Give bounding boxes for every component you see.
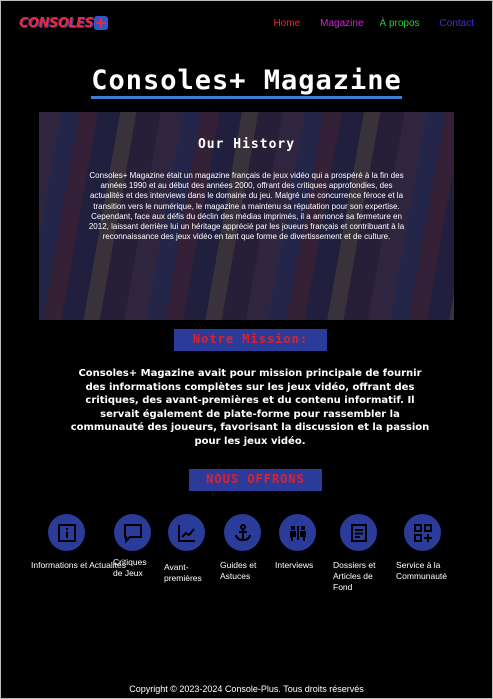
page-title: Consoles+ Magazine — [91, 66, 402, 99]
grid-plus-icon — [404, 514, 441, 551]
nav-contact[interactable]: Contact — [440, 18, 474, 29]
info-icon — [48, 514, 85, 551]
offer-label: Critiques de Jeux — [113, 557, 147, 578]
nav-magazine[interactable]: Magazine — [320, 18, 363, 29]
anchor-icon — [224, 514, 261, 551]
offers-title: NOUS OFFRONS — [189, 469, 322, 491]
chart-icon — [168, 514, 205, 551]
history-title: Our History — [197, 137, 296, 152]
page-title-wrap: Consoles+ Magazine — [0, 66, 493, 99]
nav-about[interactable]: À propos — [380, 18, 420, 29]
offer-label: Avant-premières — [164, 562, 202, 583]
mission-text: Consoles+ Magazine avait pour mission pr… — [70, 368, 430, 447]
history-text: Consoles+ Magazine était un magazine fra… — [88, 171, 405, 242]
mission-title: Notre Mission: — [174, 329, 327, 351]
main-nav: Home Magazine À propos Contact — [273, 18, 474, 29]
offer-label: Guides et Astuces — [220, 560, 257, 581]
logo-text: CONSOLES — [19, 15, 94, 31]
offer-label: Informations et Actualités — [31, 560, 126, 570]
footer-copyright: Copyright © 2023-2024 Console-Plus. Tous… — [129, 684, 364, 694]
offer-label: Dossiers et Articles de Fond — [333, 560, 376, 592]
people-icon — [279, 514, 316, 551]
history-section: Our History Consoles+ Magazine était un … — [39, 112, 454, 320]
offer-label: Service à la Communauté — [396, 560, 448, 581]
nav-home[interactable]: Home — [273, 18, 300, 29]
document-icon — [340, 514, 377, 551]
chat-icon — [114, 514, 151, 551]
offer-label: Interviews — [275, 560, 314, 570]
logo-plus-icon — [94, 16, 109, 30]
logo[interactable]: CONSOLES — [19, 14, 109, 32]
